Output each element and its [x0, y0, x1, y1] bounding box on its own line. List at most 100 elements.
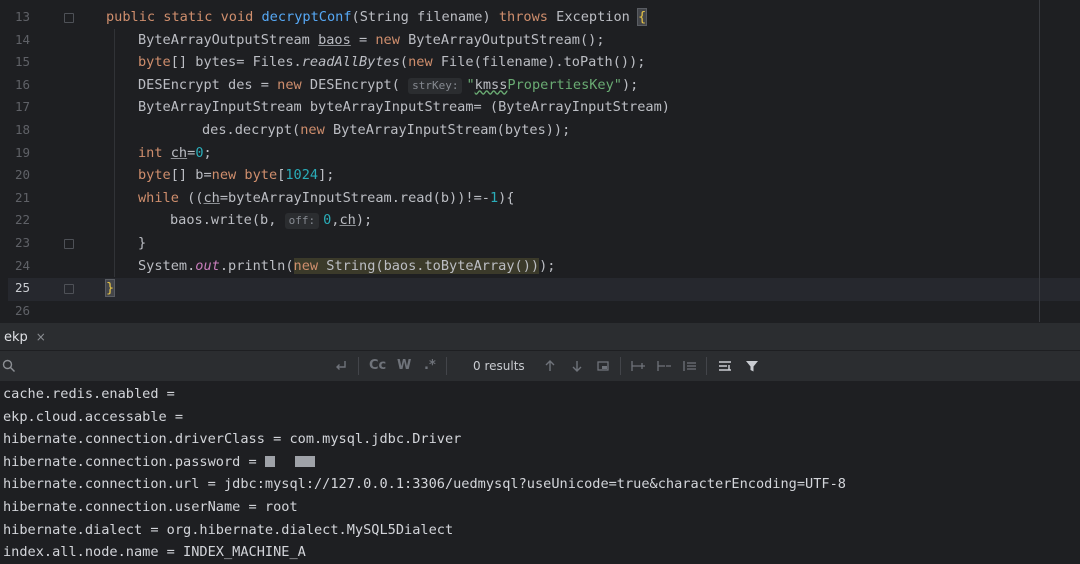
filter-lines-icon[interactable] [718, 351, 732, 381]
console-text: hibernate.dialect = org.hibernate.dialec… [3, 521, 454, 538]
code-token: int [138, 144, 163, 161]
code-token: DESEncrypt des = [138, 76, 278, 93]
fold-marker-icon[interactable] [64, 13, 74, 23]
code-token: ; [203, 144, 212, 161]
code-token: new [293, 257, 319, 274]
code-line[interactable]: System.out.println(new String(baos.toByt… [138, 255, 555, 278]
fold-marker-icon[interactable] [64, 284, 74, 295]
code-token: } [138, 235, 147, 251]
code-line[interactable]: int ch=0; [138, 142, 212, 165]
code-token: byte [138, 54, 171, 71]
code-token: while [138, 189, 179, 206]
console-text: index.all.node.name = INDEX_MACHINE_A [3, 544, 306, 561]
code-token: new [211, 167, 237, 184]
line-number: 17 [14, 99, 30, 115]
search-input[interactable] [18, 351, 318, 381]
code-line[interactable]: DESEncrypt des = new DESEncrypt( strKey:… [138, 74, 638, 97]
left-tool-strip [0, 0, 8, 322]
code-line[interactable]: byte[] b=new byte[1024]; [138, 164, 334, 187]
tab-label: ekp [4, 329, 28, 345]
code-token: baos [318, 31, 351, 48]
code-line[interactable]: public static void decryptConf(String fi… [106, 6, 648, 29]
code-line[interactable]: } [138, 232, 146, 255]
close-icon[interactable]: × [36, 330, 46, 344]
console-line: hibernate.connection.userName = root [3, 496, 298, 519]
code-token: ByteArrayOutputStream [138, 31, 319, 48]
run-tool-window-tabs: ekp × [0, 322, 1080, 353]
match-case-toggle[interactable]: Cc [369, 351, 386, 381]
remove-occurrence-icon[interactable] [656, 351, 672, 381]
code-token: ); [621, 76, 639, 93]
code-token: 0 [195, 144, 204, 161]
code-line[interactable]: } [104, 277, 116, 300]
code-token: = [350, 31, 376, 48]
code-line[interactable]: ByteArrayOutputStream baos = new ByteArr… [138, 29, 605, 52]
code-token: [] b= [170, 167, 212, 184]
regex-toggle[interactable]: .* [424, 351, 436, 381]
console-output[interactable]: cache.redis.enabled = ekp.cloud.accessabl… [0, 381, 1080, 560]
code-token: (String filename) [351, 9, 499, 25]
code-token: " [466, 76, 475, 93]
add-occurrence-icon[interactable] [630, 351, 646, 381]
filter-icon[interactable] [745, 351, 759, 381]
search-results-count: 0 results [473, 359, 525, 373]
console-line: cache.redis.enabled = [3, 383, 175, 406]
line-number: 26 [14, 302, 30, 318]
new-line-icon[interactable] [334, 351, 348, 381]
code-token: des.decrypt( [202, 122, 301, 138]
code-token: out [195, 257, 220, 274]
console-text: hibernate.connection.password = [3, 453, 265, 470]
divider [706, 357, 707, 375]
console-line: hibernate.connection.url = jdbc:mysql://… [3, 473, 846, 496]
right-margin-guide [1039, 0, 1040, 322]
code-token: System. [138, 257, 196, 274]
code-token: readAllBytes [301, 54, 400, 71]
console-line: hibernate.dialect = org.hibernate.dialec… [3, 519, 453, 542]
code-token: byte [138, 167, 171, 184]
code-token: baos.write(b, [170, 212, 285, 229]
console-line: hibernate.connection.password = [3, 451, 315, 474]
arrow-up-icon[interactable] [543, 351, 557, 381]
code-token: ); [539, 257, 556, 274]
code-line[interactable]: ByteArrayInputStream byteArrayInputStrea… [138, 96, 670, 119]
line-number: 22 [14, 212, 30, 228]
divider [446, 357, 447, 375]
code-line[interactable]: while ((ch=byteArrayInputStream.read(b))… [138, 187, 515, 210]
select-all-occurrences-icon[interactable] [682, 351, 698, 381]
console-line: index.all.node.name = INDEX_MACHINE_A [3, 541, 306, 564]
console-line: ekp.cloud.accessable = [3, 406, 183, 429]
console-text: cache.redis.enabled = [3, 386, 175, 402]
code-editor[interactable]: 13 14 15 16 17 18 19 20 21 22 23 24 25 26 public stat… [0, 0, 1080, 322]
line-number: 23 [14, 235, 30, 250]
code-token: ByteArrayInputStream byteArrayInputStrea… [138, 99, 670, 116]
code-line[interactable]: baos.write(b, off: 0,ch); [170, 209, 372, 232]
line-number: 21 [14, 189, 30, 205]
line-number-gutter[interactable]: 13 14 15 16 17 18 19 20 21 22 23 24 25 26 [8, 0, 74, 322]
code-token: [] bytes= Files. [170, 54, 302, 71]
code-token: public static void [106, 9, 262, 25]
code-token: new [300, 122, 325, 138]
code-token: { [636, 8, 648, 26]
code-token: ]; [318, 167, 335, 184]
code-token: ( [399, 54, 409, 71]
code-token: Exception [547, 9, 638, 25]
code-token: ch [339, 212, 356, 229]
whole-word-toggle[interactable]: W [397, 351, 411, 381]
code-line[interactable]: des.decrypt(new ByteArrayInputStream(byt… [202, 119, 570, 142]
open-in-window-icon[interactable] [596, 351, 610, 381]
parameter-hint: strKey: [408, 77, 463, 94]
code-token: ch [170, 144, 188, 161]
code-area[interactable]: public static void decryptConf(String fi… [74, 0, 1040, 322]
arrow-down-icon[interactable] [570, 351, 584, 381]
code-token: =byteArrayInputStream.read(b))!=- [219, 189, 490, 206]
fold-marker-icon[interactable] [64, 239, 74, 249]
code-token: new [375, 31, 400, 48]
tab-ekp[interactable]: ekp × [0, 323, 50, 353]
redacted-mark [294, 456, 315, 468]
console-text: hibernate.connection.userName = root [3, 499, 298, 515]
search-icon[interactable] [2, 351, 16, 381]
code-token: DESEncrypt( [301, 76, 409, 93]
code-token: 1 [489, 189, 499, 206]
code-line[interactable]: byte[] bytes= Files.readAllBytes(new Fil… [138, 51, 645, 74]
